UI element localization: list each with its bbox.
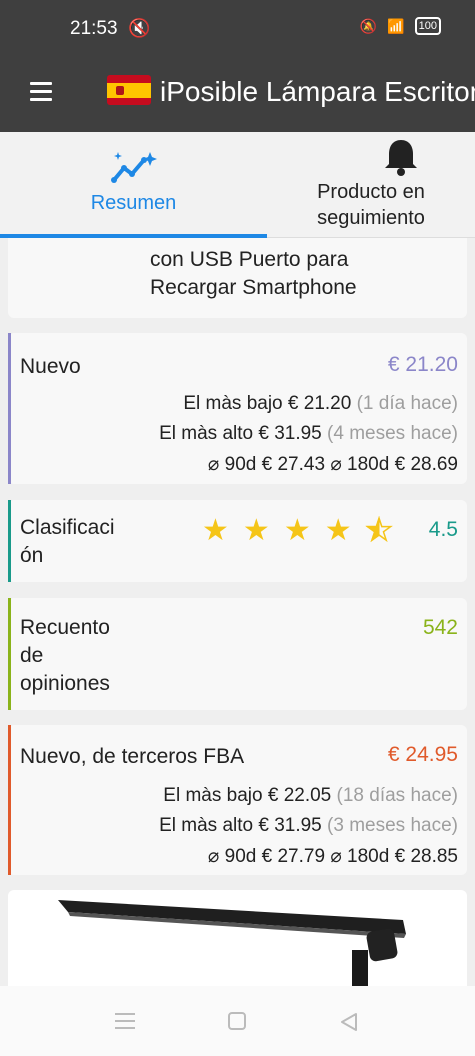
- battery-icon: 100: [414, 17, 441, 35]
- status-bar: 21:53 🔇 🔕 📶 100: [0, 0, 475, 58]
- reviews-label: Recuento de opiniones: [20, 616, 110, 695]
- recent-apps-icon[interactable]: [115, 1012, 135, 1030]
- product-title: con USB Puerto para Recargar Smartphone: [150, 248, 357, 299]
- wifi-icon: 📶: [387, 17, 405, 34]
- rating-card[interactable]: Clasificaci ón ★ ★ ★ ★ ★ 4.5: [8, 500, 467, 582]
- bell-icon: [385, 140, 417, 176]
- tab-resumen[interactable]: Resumen: [0, 132, 267, 238]
- highest-price-row: El màs alto € 31.95 (3 meses hace): [159, 815, 458, 836]
- trending-sparkle-icon: [111, 152, 157, 183]
- price-type-label: Nuevo, de terceros FBA: [20, 745, 245, 768]
- rating-value: 4.5: [428, 518, 458, 541]
- rating-stars: ★ ★ ★ ★ ★: [202, 514, 393, 547]
- lowest-price-row: El màs bajo € 21.20 (1 día hace): [183, 393, 458, 414]
- bell-off-icon: 🔕: [359, 17, 378, 34]
- hamburger-menu-icon[interactable]: [30, 82, 52, 102]
- average-price-row: ⌀ 90d € 27.79 ⌀ 180d € 28.85: [207, 846, 458, 867]
- card-stripe: [8, 725, 11, 875]
- product-image-card[interactable]: [8, 890, 467, 986]
- mute-icon: 🔇: [128, 18, 151, 38]
- star-full-icon: ★: [242, 514, 270, 547]
- tab-bar: Resumen Producto en seguimiento: [0, 132, 475, 238]
- average-price-row: ⌀ 90d € 27.43 ⌀ 180d € 28.69: [207, 454, 458, 475]
- page-title: iPosible Lámpara Escritorio: [160, 76, 475, 107]
- star-half-icon: ★: [365, 514, 393, 547]
- app-bar: iPosible Lámpara Escritorio: [0, 58, 475, 132]
- reviews-count: 542: [422, 616, 458, 639]
- star-full-icon: ★: [202, 514, 229, 547]
- current-price: € 21.20: [387, 353, 458, 376]
- price-card-third-party-fba[interactable]: Nuevo, de terceros FBA € 24.95 El màs ba…: [8, 725, 467, 875]
- price-card-new[interactable]: Nuevo € 21.20 El màs bajo € 21.20 (1 día…: [8, 333, 467, 484]
- card-stripe: [8, 333, 11, 484]
- system-nav-bar: [0, 986, 475, 1056]
- product-title-card: con USB Puerto para Recargar Smartphone: [8, 238, 467, 318]
- status-icons: 🔕 📶 100: [360, 17, 441, 35]
- back-icon[interactable]: [340, 1012, 358, 1032]
- lowest-price-row: El màs bajo € 22.05 (18 días hace): [163, 785, 458, 806]
- desk-lamp-image: [58, 900, 406, 986]
- tab-producto-seguimiento[interactable]: Producto en seguimiento: [267, 132, 475, 238]
- current-price: € 24.95: [387, 743, 458, 766]
- rating-label: Clasificaci ón: [20, 516, 115, 567]
- spain-flag-icon: [107, 75, 151, 105]
- tab-producto-label: Producto en seguimiento: [317, 181, 425, 229]
- reviews-card[interactable]: Recuento de opiniones 542: [8, 598, 467, 710]
- star-full-icon: ★: [283, 514, 311, 547]
- price-type-label: Nuevo: [20, 355, 81, 378]
- card-stripe: [8, 500, 11, 582]
- highest-price-row: El màs alto € 31.95 (4 meses hace): [159, 423, 458, 444]
- status-time: 21:53: [70, 18, 118, 39]
- star-full-icon: ★: [324, 514, 352, 547]
- home-icon[interactable]: [228, 1012, 246, 1030]
- tab-resumen-label: Resumen: [90, 192, 177, 214]
- card-stripe: [8, 598, 11, 710]
- summary-content[interactable]: con USB Puerto para Recargar Smartphone …: [0, 238, 475, 986]
